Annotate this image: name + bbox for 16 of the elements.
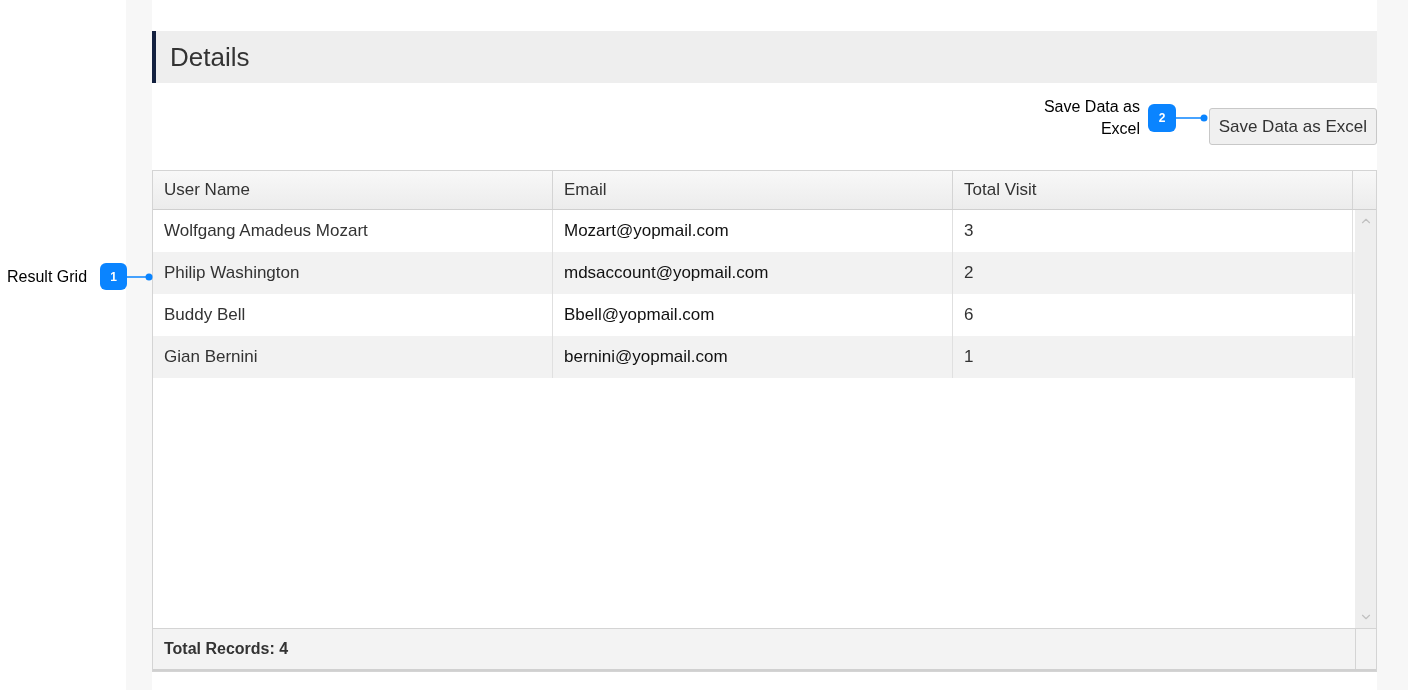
section-title: Details — [170, 40, 250, 74]
save-excel-button[interactable]: Save Data as Excel — [1208, 108, 1377, 145]
callout-label: Result Grid — [7, 266, 89, 287]
callout-label: Save Data as Excel — [1042, 97, 1140, 139]
column-header[interactable]: Total Visit — [953, 171, 1353, 209]
callout-badge: 1 — [100, 263, 127, 290]
column-header[interactable]: Email — [553, 171, 953, 209]
leader-line — [1176, 114, 1208, 122]
table-cell: 1 — [953, 336, 1353, 378]
scrollbar[interactable] — [1355, 210, 1376, 628]
table-cell: bernini@yopmail.com — [553, 336, 953, 378]
table-cell: Gian Bernini — [153, 336, 553, 378]
column-header[interactable]: User Name — [153, 171, 553, 209]
leader-line — [127, 272, 153, 281]
callout-badge: 2 — [1148, 104, 1176, 132]
total-records: Total Records: 4 — [164, 639, 289, 659]
